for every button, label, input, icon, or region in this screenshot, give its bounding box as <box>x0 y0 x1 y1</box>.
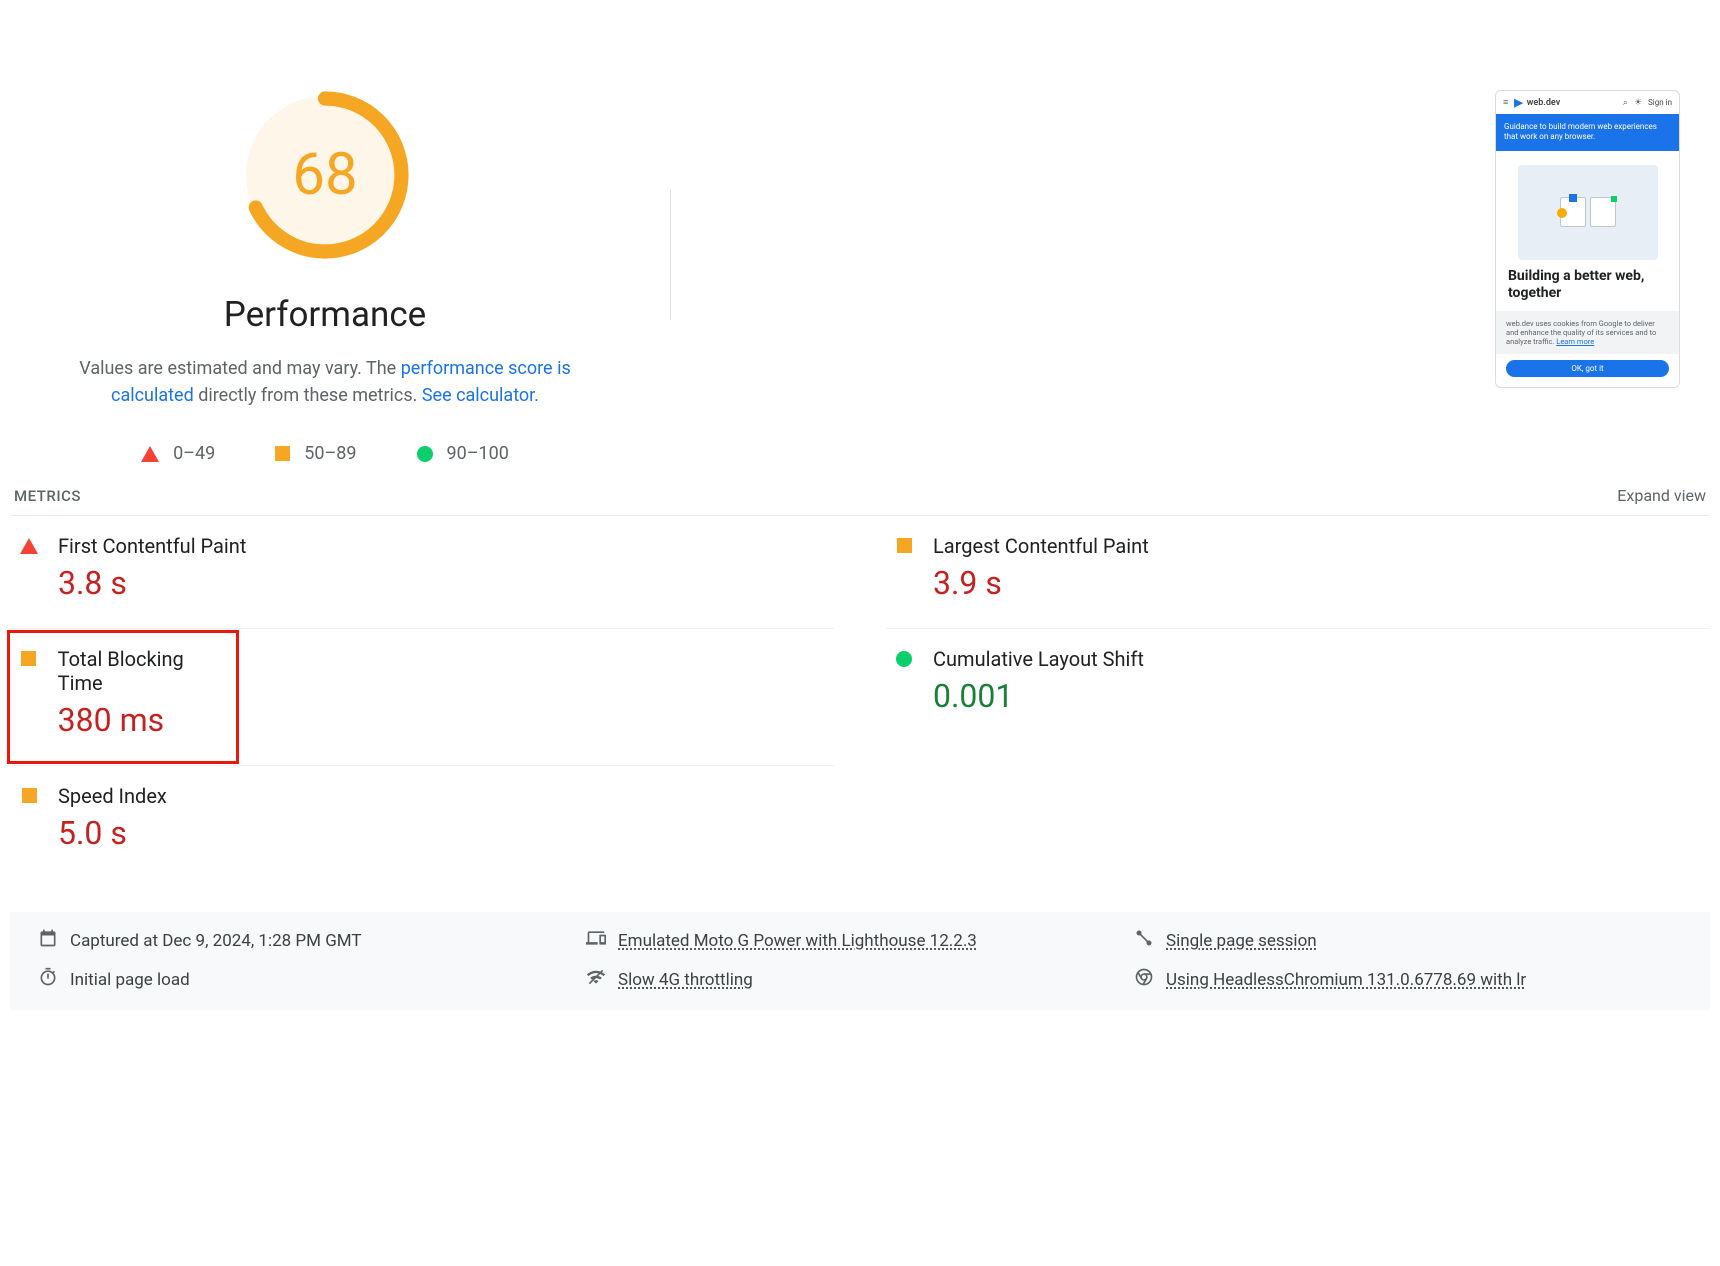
vertical-divider <box>670 190 671 320</box>
cookie-accept-button: OK, got it <box>1506 360 1669 377</box>
load-text: Initial page load <box>70 970 190 990</box>
legend-pass: 90–100 <box>417 443 509 464</box>
preview-header: ≡ ▶ web.dev ⌕ ☀ Sign in <box>1496 91 1679 114</box>
theme-icon: ☀ <box>1634 98 1642 108</box>
emulated-device[interactable]: Emulated Moto G Power with Lighthouse 12… <box>586 928 1134 953</box>
metric-name: Speed Index <box>58 784 167 808</box>
preview-illustration <box>1518 165 1658 260</box>
timer-icon <box>38 967 58 992</box>
gauge-score: 68 <box>240 90 410 260</box>
metric-cls[interactable]: Cumulative Layout Shift 0.001 <box>885 629 1710 766</box>
circle-icon <box>417 446 433 462</box>
throttle-text: Slow 4G throttling <box>618 970 753 990</box>
logo-icon: ▶ <box>1514 96 1522 109</box>
chrome-text: Using HeadlessChromium 131.0.6778.69 wit… <box>1166 970 1526 990</box>
metric-value: 380 ms <box>58 701 230 739</box>
metric-lcp[interactable]: Largest Contentful Paint 3.9 s <box>885 516 1710 629</box>
summary-row: 68 Performance Values are estimated and … <box>10 0 1710 464</box>
metric-name: Total Blocking Time <box>58 647 230 695</box>
preview-banner: Guidance to build modern web experiences… <box>1496 114 1679 151</box>
performance-title: Performance <box>224 294 426 335</box>
desc-text: Values are estimated and may vary. The <box>79 358 400 379</box>
legend-avg-range: 50–89 <box>304 443 356 464</box>
gauge-column: 68 Performance Values are estimated and … <box>10 90 640 464</box>
chrome-icon <box>1134 967 1154 992</box>
learn-more-link: Learn more <box>1556 337 1594 346</box>
metrics-header: METRICS Expand view <box>10 486 1710 505</box>
calendar-icon <box>38 928 58 953</box>
session-icon <box>1134 928 1154 953</box>
expand-view-toggle[interactable]: Expand view <box>1617 486 1706 505</box>
network-throttle[interactable]: Slow 4G throttling <box>586 967 1134 992</box>
triangle-icon <box>20 538 38 554</box>
performance-gauge: 68 <box>240 90 410 260</box>
triangle-icon <box>141 446 159 462</box>
site-logo: ▶ web.dev <box>1514 96 1560 109</box>
metric-value: 5.0 s <box>58 814 167 852</box>
captured-text: Captured at Dec 9, 2024, 1:28 PM GMT <box>70 931 362 951</box>
session-text: Single page session <box>1166 931 1317 951</box>
device-text: Emulated Moto G Power with Lighthouse 12… <box>618 931 977 951</box>
session-type[interactable]: Single page session <box>1134 928 1682 953</box>
metric-tbt[interactable]: Total Blocking Time 380 ms <box>6 629 240 765</box>
legend-fail-range: 0–49 <box>173 443 215 464</box>
legend-fail: 0–49 <box>141 443 215 464</box>
cookie-notice: web.dev uses cookies from Google to deli… <box>1496 311 1679 354</box>
preview-headline: Building a better web, together <box>1496 268 1679 312</box>
screenshot-preview-column: ≡ ▶ web.dev ⌕ ☀ Sign in Guidance to buil… <box>691 90 1710 388</box>
metric-name: First Contentful Paint <box>58 534 246 558</box>
metrics-grid: First Contentful Paint 3.8 s Largest Con… <box>10 516 1710 878</box>
square-icon <box>22 788 37 803</box>
score-legend: 0–49 50–89 90–100 <box>141 443 509 464</box>
square-icon <box>897 538 912 553</box>
network-icon <box>586 967 606 992</box>
devices-icon <box>586 928 606 953</box>
metric-fcp[interactable]: First Contentful Paint 3.8 s <box>10 516 835 629</box>
signin-label: Sign in <box>1648 98 1672 107</box>
square-icon <box>21 651 36 666</box>
site-name: web.dev <box>1527 98 1560 108</box>
environment-footer: Captured at Dec 9, 2024, 1:28 PM GMT Emu… <box>10 912 1710 1010</box>
page-load-type: Initial page load <box>38 967 586 992</box>
metric-value: 3.8 s <box>58 564 246 602</box>
square-icon <box>275 446 290 461</box>
metrics-section-label: METRICS <box>14 487 81 505</box>
page-screenshot[interactable]: ≡ ▶ web.dev ⌕ ☀ Sign in Guidance to buil… <box>1495 90 1680 388</box>
menu-icon: ≡ <box>1503 97 1508 108</box>
metric-value: 0.001 <box>933 677 1144 715</box>
metric-name: Largest Contentful Paint <box>933 534 1149 558</box>
desc-text-2: directly from these metrics. <box>194 385 422 406</box>
metric-value: 3.9 s <box>933 564 1149 602</box>
chrome-version[interactable]: Using HeadlessChromium 131.0.6778.69 wit… <box>1134 967 1682 992</box>
metric-speed-index[interactable]: Speed Index 5.0 s <box>10 766 835 878</box>
legend-pass-range: 90–100 <box>447 443 509 464</box>
see-calculator-link[interactable]: See calculator. <box>422 385 539 406</box>
captured-at: Captured at Dec 9, 2024, 1:28 PM GMT <box>38 928 586 953</box>
legend-average: 50–89 <box>275 443 356 464</box>
metric-name: Cumulative Layout Shift <box>933 647 1144 671</box>
circle-icon <box>896 651 912 667</box>
performance-description: Values are estimated and may vary. The p… <box>45 355 605 409</box>
search-icon: ⌕ <box>1623 98 1628 108</box>
